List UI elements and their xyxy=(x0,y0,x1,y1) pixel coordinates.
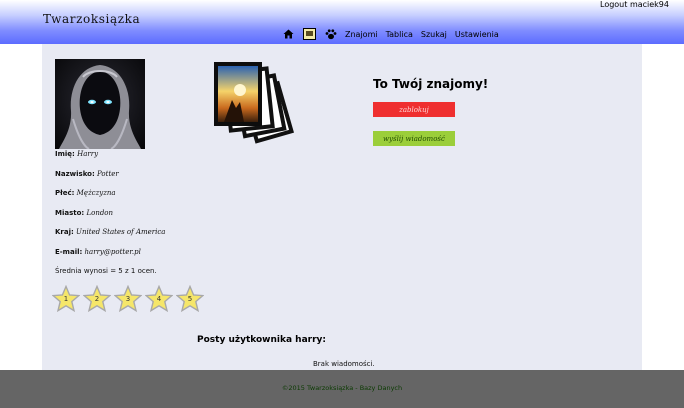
friend-status-title: To Twój znajomy! xyxy=(373,77,489,91)
main-nav: Znajomi Tablica Szukaj Ustawienia xyxy=(282,26,499,42)
star-rating-1[interactable]: 1 xyxy=(51,284,81,313)
star-rating-3[interactable]: 3 xyxy=(113,284,143,313)
copyright-text: ©2015 Twarzoksiązka - Bazy Danych xyxy=(281,384,403,392)
field-first-name: Imię: Harry xyxy=(55,150,165,170)
page-footer: ©2015 Twarzoksiązka - Bazy Danych xyxy=(0,370,684,408)
star-rating-2[interactable]: 2 xyxy=(82,284,112,313)
home-icon[interactable] xyxy=(282,28,295,41)
star-rating-4[interactable]: 4 xyxy=(144,284,174,313)
field-value: harry@potter.pl xyxy=(84,247,141,256)
field-value: Mężczyzna xyxy=(76,189,116,197)
nav-wall[interactable]: Tablica xyxy=(386,30,413,39)
rating-summary: Średnia wynosi = 5 z 1 ocen. xyxy=(55,267,157,275)
rating-stars: 1 2 3 4 5 xyxy=(51,284,205,313)
logout-link[interactable]: Logout xyxy=(600,0,627,9)
photo-stack-icon[interactable] xyxy=(210,56,300,146)
profile-content: Imię: Harry Nazwisko: Potter Płeć: Mężcz… xyxy=(42,44,642,370)
star-number: 1 xyxy=(63,295,69,303)
messages-icon[interactable] xyxy=(303,28,316,41)
friends-paw-icon[interactable] xyxy=(324,28,337,41)
field-last-name: Nazwisko: Potter xyxy=(55,170,165,190)
nav-search[interactable]: Szukaj xyxy=(421,30,447,39)
profile-fields: Imię: Harry Nazwisko: Potter Płeć: Mężcz… xyxy=(55,150,165,267)
no-posts-text: Brak wiadomości. xyxy=(313,360,375,368)
field-value: Harry xyxy=(77,150,99,158)
posts-heading: Posty użytkownika harry: xyxy=(197,335,327,345)
username-label: maciek94 xyxy=(629,0,669,9)
star-number: 4 xyxy=(156,295,162,303)
field-value: London xyxy=(86,208,114,217)
field-label: Płeć: xyxy=(55,189,75,197)
logout-area: Logout maciek94 xyxy=(600,0,669,9)
nav-friends[interactable]: Znajomi xyxy=(345,30,378,39)
field-country: Kraj: United States of America xyxy=(55,228,165,248)
field-city: Miasto: London xyxy=(55,209,165,229)
field-label: Kraj: xyxy=(55,228,74,236)
field-label: Imię: xyxy=(55,150,75,158)
brand-logo[interactable]: Twarzoksiązka xyxy=(43,12,140,26)
field-email: E-mail: harry@potter.pl xyxy=(55,248,165,268)
field-value: United States of America xyxy=(76,228,166,236)
field-value: Potter xyxy=(97,169,119,178)
star-rating-5[interactable]: 5 xyxy=(175,284,205,313)
star-number: 2 xyxy=(94,295,100,303)
top-header: Twarzoksiązka Logout maciek94 Znajomi Ta… xyxy=(0,0,684,44)
field-label: E-mail: xyxy=(55,247,83,256)
star-number: 5 xyxy=(187,295,193,303)
field-label: Nazwisko: xyxy=(55,169,95,178)
block-user-button[interactable]: zablokuj xyxy=(373,102,455,117)
field-label: Miasto: xyxy=(55,208,85,217)
star-number: 3 xyxy=(125,295,131,303)
hooded-figure-avatar xyxy=(55,59,145,149)
nav-settings[interactable]: Ustawienia xyxy=(455,30,499,39)
field-gender: Płeć: Mężczyzna xyxy=(55,189,165,209)
send-message-button[interactable]: wyślij wiadomość xyxy=(373,131,455,146)
